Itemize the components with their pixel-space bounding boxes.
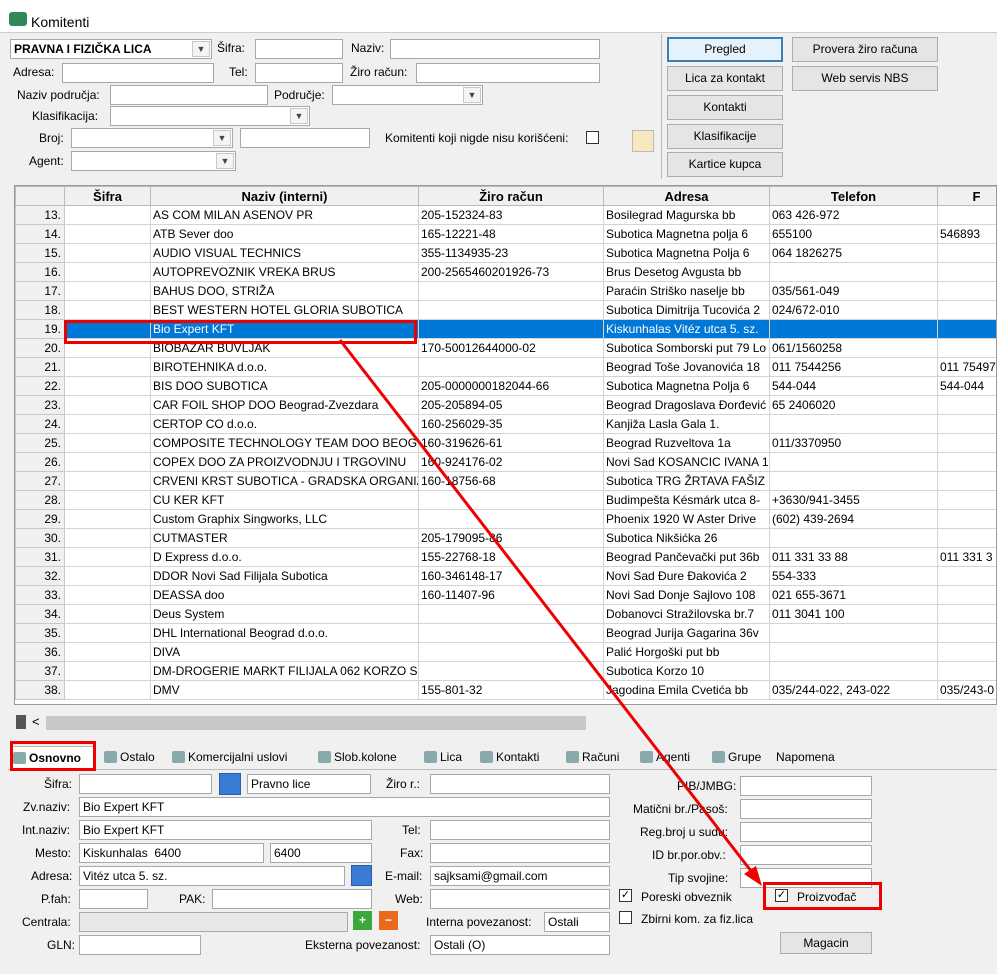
arrow-head (744, 866, 762, 886)
annotation-arrow (338, 339, 762, 886)
arrow-line (338, 339, 760, 881)
